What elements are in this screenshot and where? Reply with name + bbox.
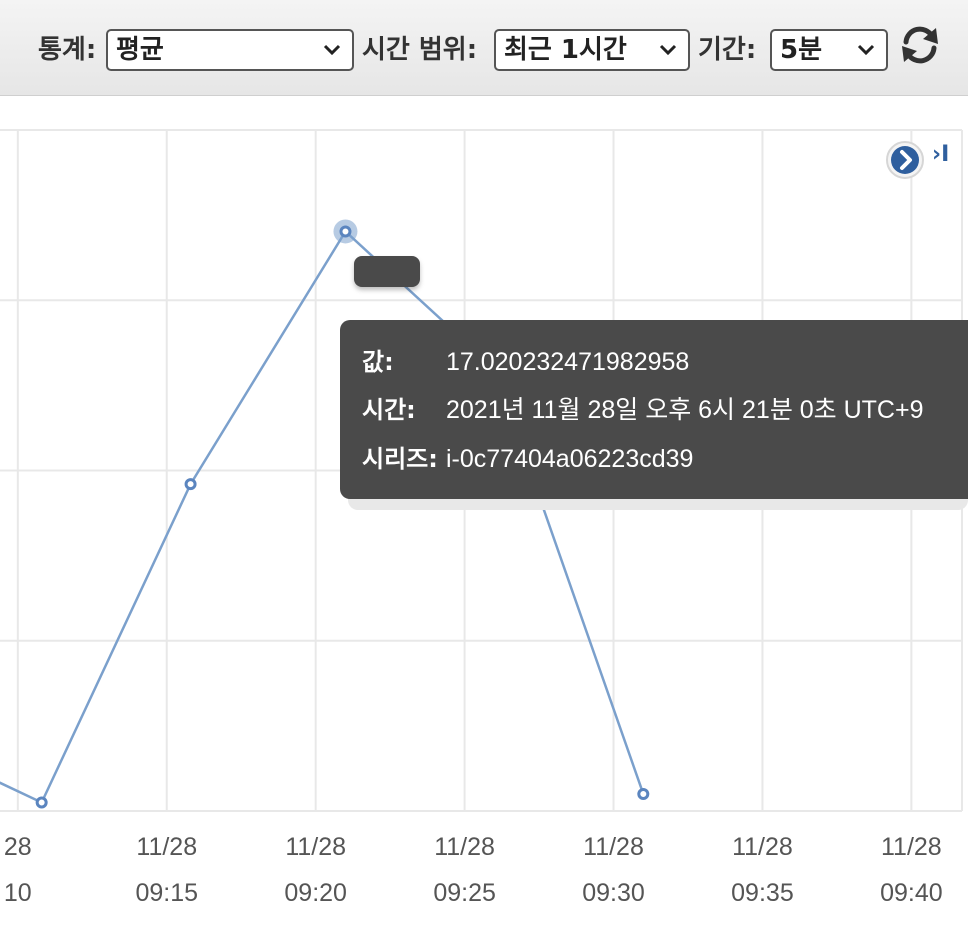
period-label: 기간: bbox=[698, 35, 757, 65]
period-select[interactable]: 5분 bbox=[770, 29, 888, 71]
x-tick-date-label: 11/28 bbox=[583, 833, 644, 861]
toolbar: 통계: 평균 시간 범위: 최근 1시간 기간: 5분 bbox=[0, 0, 968, 96]
line-chart: 28 10 11/28 09:15 11/28 09:20 11/28 09:25 11/28 0… bbox=[0, 129, 963, 907]
tooltip-series: i-0c77404a06223cd39 bbox=[446, 445, 694, 473]
x-tick-time-label: 10 bbox=[4, 879, 32, 907]
series-line bbox=[0, 229, 645, 805]
x-tick-time-label: 09:25 bbox=[433, 879, 496, 907]
x-tick-date-label: 11/28 bbox=[732, 833, 793, 861]
time-range-label: 시간 범위: bbox=[362, 35, 478, 65]
x-tick-time-label: 09:30 bbox=[582, 879, 645, 907]
point-flag bbox=[354, 256, 420, 287]
data-point bbox=[184, 478, 197, 491]
x-tick-time-label: 09:40 bbox=[880, 879, 943, 907]
time-range-select[interactable]: 최근 1시간 bbox=[494, 29, 690, 71]
statistic-label: 통계: bbox=[38, 35, 97, 65]
next-arrow-icon[interactable] bbox=[884, 140, 926, 180]
chevron-down-icon bbox=[857, 44, 875, 56]
tooltip-value: 17.020232471982958 bbox=[446, 348, 690, 376]
refresh-icon[interactable] bbox=[896, 22, 944, 68]
chart-area: 28 10 11/28 09:15 11/28 09:20 11/28 09:25 11/28 0… bbox=[0, 96, 968, 930]
chevron-down-icon bbox=[659, 44, 677, 56]
x-tick-date-label: 11/28 bbox=[881, 833, 942, 861]
data-point bbox=[637, 787, 650, 800]
data-point bbox=[339, 225, 352, 238]
x-tick-time-label: 09:35 bbox=[731, 879, 794, 907]
x-tick-date-label: 28 bbox=[4, 833, 32, 861]
period-select-value: 5분 bbox=[780, 35, 823, 65]
data-tooltip: 값: 17.020232471982958 시간: 2021년 11월 28일 … bbox=[340, 320, 968, 499]
statistic-select[interactable]: 평균 bbox=[106, 29, 354, 71]
x-tick-date-label: 11/28 bbox=[434, 833, 495, 861]
x-tick-date-label: 11/28 bbox=[136, 833, 197, 861]
statistic-select-value: 평균 bbox=[116, 35, 164, 65]
data-point bbox=[35, 796, 48, 809]
time-range-select-value: 최근 1시간 bbox=[504, 35, 627, 65]
chevron-down-icon bbox=[323, 44, 341, 56]
x-tick-time-label: 09:15 bbox=[135, 879, 198, 907]
tooltip-value-key: 값: bbox=[362, 348, 394, 376]
tooltip-series-key: 시리즈: bbox=[362, 445, 438, 473]
tooltip-time-key: 시간: bbox=[362, 396, 416, 424]
tooltip-time: 2021년 11월 28일 오후 6시 21분 0초 UTC+9 bbox=[446, 396, 924, 424]
x-tick-time-label: 09:20 bbox=[284, 879, 347, 907]
last-page-button[interactable]: ›I bbox=[932, 142, 954, 172]
x-tick-date-label: 11/28 bbox=[285, 833, 346, 861]
